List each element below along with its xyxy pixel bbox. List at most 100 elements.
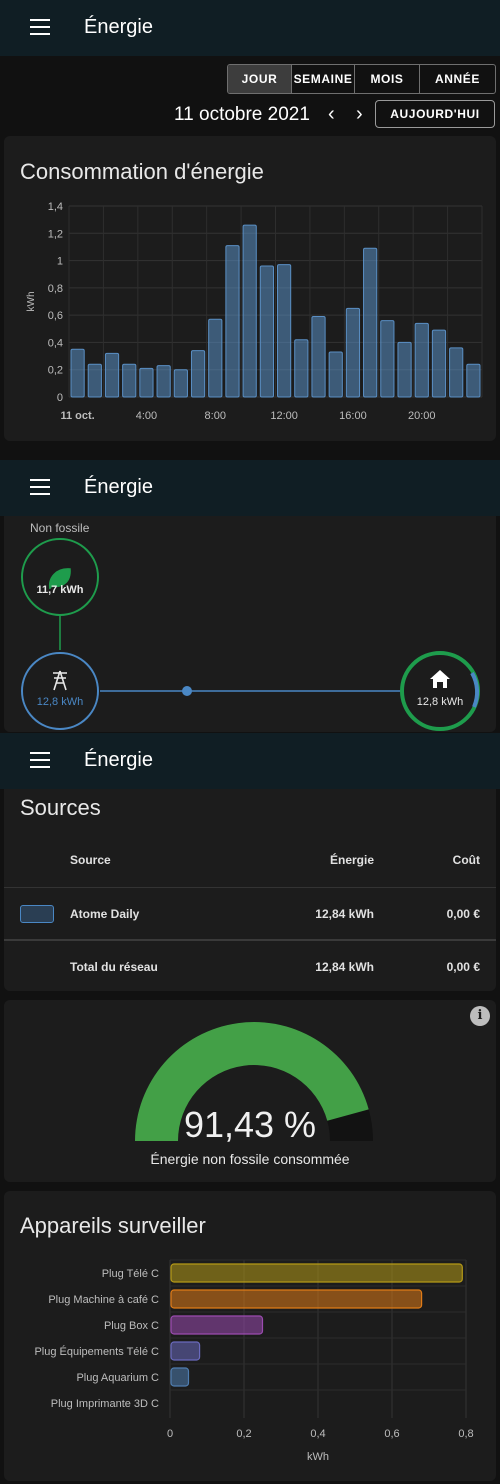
bar	[311, 316, 326, 398]
tab-day[interactable]: JOUR	[228, 65, 291, 93]
total-label: Total du réseau	[70, 960, 158, 974]
bar	[466, 363, 481, 398]
x-tick-label: 20:00	[408, 410, 436, 422]
header-source: Source	[70, 853, 111, 867]
home-value: 12,8 kWh	[416, 696, 464, 708]
sources-title: Sources	[20, 795, 101, 820]
bar	[363, 247, 378, 398]
bar	[225, 245, 240, 398]
bar	[170, 1367, 190, 1387]
gauge-card: i 91,43 % Énergie non fossile consommée	[4, 1000, 496, 1182]
source-color-swatch	[20, 905, 54, 923]
bar	[294, 339, 309, 398]
x-tick-label: 8:00	[205, 410, 226, 422]
consumption-chart: 0 0,2 0,4 0,6 0,8 1 1,2 1,4 kWh 11 oct. 4:00 8:00 12…	[26, 201, 483, 422]
date-navigation: 11 octobre 2021 ‹ › AUJOURD'HUI	[0, 100, 500, 130]
header-cost: Coût	[452, 853, 480, 867]
source-cost: 0,00 €	[446, 907, 480, 921]
y-tick-label: 0	[57, 392, 63, 404]
x-axis-label: kWh	[307, 1451, 329, 1463]
bar	[190, 350, 206, 398]
grid-circle	[21, 652, 99, 730]
y-tick-label: Plug Imprimante 3D C	[51, 1398, 159, 1410]
app-bar-3: Énergie	[0, 733, 500, 789]
bar	[414, 322, 429, 398]
flow-dot	[182, 686, 192, 696]
prev-arrow-icon[interactable]: ‹	[328, 103, 335, 126]
source-energy: 12,84 kWh	[315, 907, 374, 921]
y-tick-label: Plug Télé C	[102, 1268, 159, 1280]
total-cost: 0,00 €	[446, 960, 480, 974]
tab-week[interactable]: SEMAINE	[291, 65, 354, 93]
y-tick-label: Plug Équipements Télé C	[34, 1345, 159, 1358]
bar	[328, 351, 343, 398]
x-tick-label: 0,6	[384, 1428, 399, 1440]
bar	[170, 1315, 264, 1335]
bar	[397, 341, 412, 398]
x-tick-label: 16:00	[339, 410, 367, 422]
bar	[170, 1263, 463, 1283]
bar	[259, 265, 274, 398]
today-button[interactable]: AUJOURD'HUI	[375, 100, 495, 128]
y-tick-label: 0,6	[48, 310, 63, 322]
gauge-value: 91,43 %	[183, 1104, 317, 1145]
x-tick-label: 0,2	[236, 1428, 251, 1440]
home-circle	[400, 651, 480, 731]
bar	[139, 367, 154, 398]
bar	[104, 352, 120, 398]
y-tick-label: 1,2	[48, 228, 63, 240]
bar	[345, 307, 361, 398]
y-tick-label: 1	[57, 256, 63, 268]
header-energy: Énergie	[329, 853, 374, 867]
x-tick-label: 0	[167, 1428, 173, 1440]
y-tick-label: Plug Box C	[104, 1320, 159, 1332]
bar	[380, 320, 395, 398]
menu-icon[interactable]	[30, 752, 50, 770]
bar	[277, 264, 292, 398]
x-tick-label: 4:00	[136, 410, 157, 422]
source-name: Atome Daily	[70, 907, 140, 921]
low-carbon-value: 11,7 kWh	[36, 584, 84, 596]
x-tick-label: 12:00	[270, 410, 298, 422]
transmission-tower-icon	[53, 670, 67, 691]
devices-chart: 0 0,2 0,4 0,6 0,8 Plug Télé C Plug Machine à c…	[34, 1259, 474, 1463]
page-title: Énergie	[84, 749, 153, 771]
home-icon	[430, 670, 450, 688]
bar	[122, 363, 137, 398]
bar	[173, 369, 188, 398]
y-tick-label: 1,4	[48, 201, 63, 213]
bar	[170, 1289, 423, 1309]
devices-card: Appareils surveiller 0 0,2 0,4 0,6 0,8 Plug T…	[4, 1191, 496, 1481]
bar	[242, 224, 257, 398]
energy-distribution-card: Non fossile 11,7 kWh 12,8 kWh 12,8 kWh	[4, 516, 496, 732]
bar	[449, 347, 464, 398]
gauge-caption: Énergie non fossile consommée	[150, 1151, 350, 1167]
sources-card: Sources Source Énergie Coût Atome Daily …	[4, 789, 496, 991]
next-arrow-icon[interactable]: ›	[356, 103, 363, 126]
page-title: Énergie	[84, 16, 153, 38]
consumption-card: Consommation d'énergie 0 0,2 0,4 0,6 0,8 1 1,2…	[4, 136, 496, 441]
page-title: Énergie	[84, 476, 153, 498]
menu-icon[interactable]	[30, 479, 50, 497]
bar	[170, 1341, 201, 1361]
period-selector: JOUR SEMAINE MOIS ANNÉE	[227, 64, 496, 94]
app-bar: Énergie	[0, 0, 500, 56]
y-tick-label: Plug Machine à café C	[48, 1294, 159, 1306]
tab-month[interactable]: MOIS	[354, 65, 419, 93]
x-tick-label: 0,8	[458, 1428, 473, 1440]
y-tick-label: 0,4	[48, 337, 63, 349]
bar	[431, 329, 447, 398]
y-tick-label: 0,8	[48, 283, 63, 295]
y-tick-label: Plug Aquarium C	[76, 1372, 159, 1384]
y-axis-label: kWh	[26, 292, 37, 312]
current-date: 11 octobre 2021	[174, 104, 310, 125]
app-bar-2: Énergie	[0, 460, 500, 516]
grid-value: 12,8 kWh	[36, 696, 84, 708]
tab-year[interactable]: ANNÉE	[419, 65, 495, 93]
bar	[87, 363, 102, 398]
bar	[70, 348, 85, 398]
menu-icon[interactable]	[30, 19, 50, 37]
x-tick-label: 11 oct.	[60, 410, 94, 422]
bar	[208, 318, 223, 398]
x-tick-label: 0,4	[310, 1428, 325, 1440]
